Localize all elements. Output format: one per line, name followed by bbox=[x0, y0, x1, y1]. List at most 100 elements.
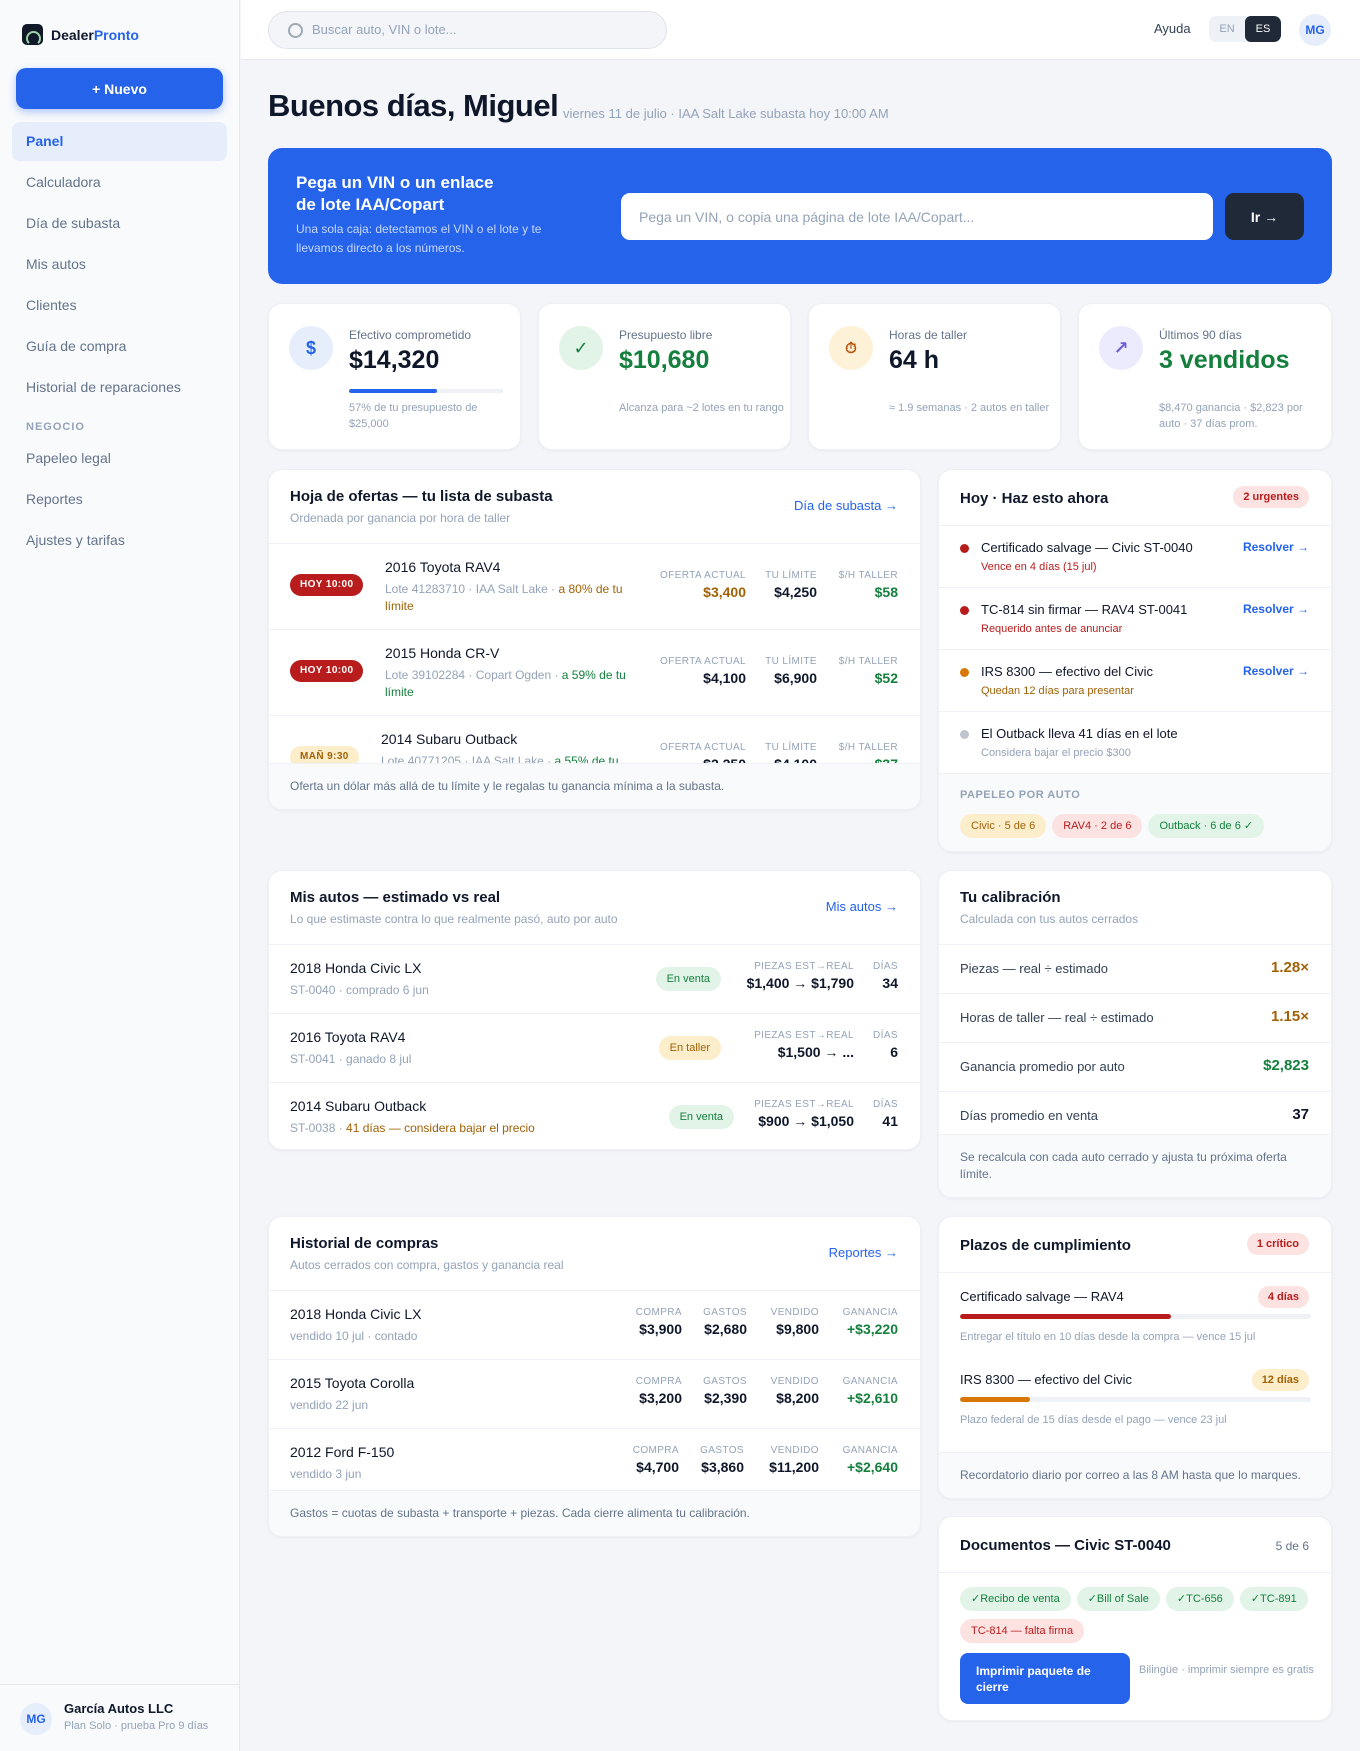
col-days: DÍAS 6 bbox=[873, 1030, 898, 1060]
deadlines-panel: Plazos de cumplimiento 1 crítico Certifi… bbox=[938, 1216, 1332, 1499]
stat-card-cash: $ Efectivo comprometido $14,320 57% de t… bbox=[268, 303, 521, 450]
sidebar-item-settings[interactable]: Ajustes y tarifas bbox=[12, 521, 227, 560]
col-profit: GANANCIA +$2,610 bbox=[842, 1376, 898, 1406]
priority-dot bbox=[960, 544, 969, 553]
sidebar-item-panel[interactable]: Panel bbox=[12, 122, 227, 161]
col-sold: VENDIDO $9,800 bbox=[770, 1307, 819, 1337]
car-row[interactable]: 2018 Honda Civic LX ST-0040 · comprado 6… bbox=[269, 944, 920, 1013]
col-profit: GANANCIA +$3,220 bbox=[842, 1307, 898, 1337]
sidebar-nav: Panel Calculadora Día de subasta Mis aut… bbox=[12, 122, 227, 562]
stat-label: Efectivo comprometido bbox=[349, 328, 472, 342]
offer-car: 2014 Subaru Outback bbox=[381, 731, 518, 747]
car-sub: vendido 10 jul · contado bbox=[290, 1329, 418, 1343]
deadline-item[interactable]: Certificado salvage — RAV4 4 días Entreg… bbox=[939, 1272, 1331, 1356]
new-button[interactable]: + Nuevo bbox=[16, 68, 223, 109]
timer-icon: ⏱ bbox=[829, 326, 873, 370]
dollar-icon: $ bbox=[289, 326, 333, 370]
brand-name-b: Pronto bbox=[93, 26, 139, 43]
car-name: 2016 Toyota RAV4 bbox=[290, 1029, 406, 1045]
calibration-panel: Tu calibración Calculada con tus autos c… bbox=[938, 870, 1332, 1198]
org-name: García Autos LLC bbox=[64, 1701, 174, 1716]
sidebar-item-buying-guide[interactable]: Guía de compra bbox=[12, 327, 227, 366]
resolve-link[interactable]: Resolver → bbox=[1243, 540, 1309, 554]
col-costs: GASTOS $3,860 bbox=[700, 1445, 744, 1475]
deadlines-footnote: Recordatorio diario por correo a las 8 A… bbox=[939, 1452, 1331, 1498]
sidebar-item-my-cars[interactable]: Mis autos bbox=[12, 245, 227, 284]
stat-sub: $8,470 ganancia · $2,823 por auto · 37 d… bbox=[1159, 402, 1303, 430]
col-costs: GASTOS $2,680 bbox=[703, 1307, 747, 1337]
task-sub: Requerido antes de anunciar bbox=[981, 623, 1123, 635]
paperwork-tag-outback[interactable]: Outback · 6 de 6 ✓ bbox=[1148, 814, 1265, 838]
doc-chip[interactable]: ✓Recibo de venta bbox=[960, 1587, 1071, 1611]
sidebar-item-legal[interactable]: Papeleo legal bbox=[12, 439, 227, 478]
sidebar-item-calculator[interactable]: Calculadora bbox=[12, 163, 227, 202]
auction-time-badge: HOY 10:00 bbox=[290, 574, 364, 596]
stat-label: Horas de taller bbox=[889, 328, 968, 342]
vin-hero: Pega un VIN o un enlace de lote IAA/Copa… bbox=[268, 148, 1332, 284]
doc-chip[interactable]: ✓Bill of Sale bbox=[1076, 1587, 1160, 1611]
task-row[interactable]: IRS 8300 — efectivo del Civic Quedan 12 … bbox=[939, 649, 1331, 711]
history-footnote: Gastos = cuotas de subasta + transporte … bbox=[269, 1490, 920, 1536]
sidebar-item-reports[interactable]: Reportes bbox=[12, 480, 227, 519]
doc-chip[interactable]: ✓TC-656 bbox=[1165, 1587, 1234, 1611]
help-link[interactable]: Ayuda bbox=[1154, 21, 1191, 36]
col-parts: PIEZAS EST→REAL $1,500 → ... bbox=[754, 1030, 854, 1060]
sidebar-item-auction-day[interactable]: Día de subasta bbox=[12, 204, 227, 243]
print-package-button[interactable]: Imprimir paquete de cierre bbox=[960, 1653, 1130, 1704]
col-profit: GANANCIA +$2,640 bbox=[842, 1445, 898, 1475]
task-sub: Quedan 12 días para presentar bbox=[981, 685, 1134, 697]
auction-day-link[interactable]: Día de subasta → bbox=[794, 498, 898, 513]
calibration-row: Días promedio en venta 37 bbox=[939, 1091, 1331, 1140]
user-avatar[interactable]: MG bbox=[1299, 14, 1331, 46]
reports-link[interactable]: Reportes → bbox=[829, 1245, 898, 1260]
lang-es[interactable]: ES bbox=[1245, 16, 1281, 42]
col-sold: VENDIDO $11,200 bbox=[769, 1445, 819, 1475]
car-name: 2014 Subaru Outback bbox=[290, 1098, 427, 1114]
vin-input[interactable] bbox=[621, 193, 1213, 240]
deadline-sub: Plazo federal de 15 días desde el pago —… bbox=[960, 1414, 1227, 1426]
doc-chip[interactable]: ✓TC-891 bbox=[1239, 1587, 1308, 1611]
sidebar-item-repair-history[interactable]: Historial de reparaciones bbox=[12, 368, 227, 407]
col-limit: TU LÍMITE $4,250 bbox=[765, 570, 817, 600]
calibration-row: Piezas — real ÷ estimado 1.28× bbox=[939, 944, 1331, 993]
car-row[interactable]: 2016 Toyota RAV4 ST-0041 · ganado 8 jul … bbox=[269, 1013, 920, 1082]
history-row[interactable]: 2018 Honda Civic LX vendido 10 jul · con… bbox=[269, 1290, 920, 1359]
priority-dot bbox=[960, 606, 969, 615]
status-badge: En venta bbox=[668, 1105, 734, 1129]
my-cars-link[interactable]: Mis autos → bbox=[826, 899, 898, 914]
sidebar-item-clients[interactable]: Clientes bbox=[12, 286, 227, 325]
org-switcher[interactable]: MG García Autos LLC Plan Solo · prueba P… bbox=[0, 1684, 240, 1751]
doc-chip-missing[interactable]: TC-814 — falta firma bbox=[960, 1619, 1085, 1643]
task-row[interactable]: Certificado salvage — Civic ST-0040 Venc… bbox=[939, 525, 1331, 587]
offer-row[interactable]: HOY 10:00 2015 Honda CR-V Lote 39102284 … bbox=[269, 629, 920, 715]
task-row[interactable]: TC-814 sin firmar — RAV4 ST-0041 Requeri… bbox=[939, 587, 1331, 649]
resolve-link[interactable]: Resolver → bbox=[1243, 602, 1309, 616]
budget-progress-bar bbox=[349, 389, 503, 393]
calibration-row: Ganancia promedio por auto $2,823 bbox=[939, 1042, 1331, 1091]
paperwork-summary: PAPELEO POR AUTO Civic · 5 de 6 RAV4 · 2 … bbox=[939, 773, 1331, 851]
days-badge: 4 días bbox=[1257, 1286, 1309, 1308]
task-row[interactable]: El Outback lleva 41 días en el lote Cons… bbox=[939, 711, 1331, 773]
col-limit: TU LÍMITE $6,900 bbox=[765, 656, 817, 686]
auction-time-badge: HOY 10:00 bbox=[290, 660, 364, 682]
stat-label: Presupuesto libre bbox=[619, 328, 713, 342]
panel-title: Tu calibración bbox=[960, 889, 1061, 906]
search-input[interactable]: Buscar auto, VIN o lote... bbox=[268, 11, 667, 49]
offer-row[interactable]: HOY 10:00 2016 Toyota RAV4 Lote 41283710… bbox=[269, 543, 920, 629]
resolve-link[interactable]: Resolver → bbox=[1243, 664, 1309, 678]
history-row[interactable]: 2015 Toyota Corolla vendido 22 jun COMPR… bbox=[269, 1359, 920, 1428]
lang-en[interactable]: EN bbox=[1209, 16, 1245, 42]
car-row[interactable]: 2014 Subaru Outback ST-0038 · 41 días — … bbox=[269, 1082, 920, 1149]
days-badge: 12 días bbox=[1251, 1369, 1309, 1391]
brand-logo[interactable]: DealerPronto bbox=[22, 24, 139, 45]
search-icon bbox=[288, 23, 303, 38]
deadline-title: IRS 8300 — efectivo del Civic bbox=[960, 1372, 1132, 1387]
sidebar: DealerPronto + Nuevo Panel Calculadora D… bbox=[0, 0, 240, 1751]
deadline-item[interactable]: IRS 8300 — efectivo del Civic 12 días Pl… bbox=[939, 1356, 1331, 1440]
panel-title: Hoja de ofertas — tu lista de subasta bbox=[290, 488, 553, 505]
paperwork-tag-rav4[interactable]: RAV4 · 2 de 6 bbox=[1052, 814, 1143, 838]
paperwork-tag-civic[interactable]: Civic · 5 de 6 bbox=[960, 814, 1047, 838]
go-button[interactable]: Ir → bbox=[1225, 193, 1304, 240]
history-row[interactable]: 2012 Ford F-150 vendido 3 jun COMPRA $4,7… bbox=[269, 1428, 920, 1497]
paperwork-title: PAPELEO POR AUTO bbox=[960, 789, 1081, 801]
